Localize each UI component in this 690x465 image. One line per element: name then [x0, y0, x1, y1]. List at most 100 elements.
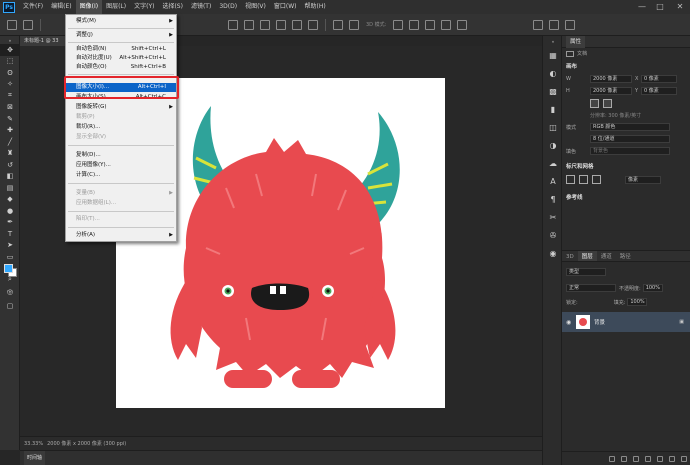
strip-collapse-icon[interactable]: « [543, 36, 563, 46]
maximize-icon[interactable]: □ [652, 0, 668, 14]
gradients-icon[interactable]: ▮ [543, 100, 563, 118]
menu-file[interactable]: 文件(F) [19, 0, 47, 14]
blur-icon[interactable]: ◆ [0, 194, 20, 206]
marquee-icon[interactable]: ⬚ [0, 56, 20, 68]
guides-toggle-icon[interactable] [592, 175, 601, 184]
share-icon[interactable] [565, 19, 576, 30]
menu-help[interactable]: 帮助(H) [301, 0, 330, 14]
menu-item-image-rotation[interactable]: 图像旋转(G) ▶ [66, 103, 176, 112]
menu-item-variables[interactable]: 变量(B) ▶ [66, 189, 176, 198]
pen-icon[interactable]: ✒ [0, 217, 20, 229]
patterns-icon[interactable]: ◫ [543, 118, 563, 136]
3d-slide-icon[interactable] [441, 19, 452, 30]
menu-item-duplicate[interactable]: 复制(D)... [66, 151, 176, 160]
tab-paths[interactable]: 路径 [616, 251, 635, 261]
menu-layer[interactable]: 图层(L) [102, 0, 130, 14]
3d-roll-icon[interactable] [409, 19, 420, 30]
width-field[interactable]: 2000 像素 [590, 75, 632, 83]
color-icon[interactable]: ◐ [543, 64, 563, 82]
healing-brush-icon[interactable]: ✚ [0, 125, 20, 137]
opacity-field[interactable]: 100% [642, 284, 663, 292]
align-center-icon[interactable] [244, 19, 254, 30]
menu-type[interactable]: 文字(Y) [130, 0, 158, 14]
character-icon[interactable]: A [543, 172, 563, 190]
menu-item-calculations[interactable]: 计算(C)... [66, 171, 176, 180]
history-brush-icon[interactable]: ↺ [0, 159, 20, 171]
mode-select[interactable]: RGB 颜色 [590, 123, 670, 131]
menu-item-analysis[interactable]: 分析(A) ▶ [66, 231, 176, 240]
crop-icon[interactable]: ⌗ [0, 90, 20, 102]
close-icon[interactable]: ✕ [672, 0, 688, 14]
menu-item-reveal-all[interactable]: 显示全部(V) [66, 133, 176, 142]
history-icon[interactable]: ▦ [543, 46, 563, 64]
3d-orbit-icon[interactable] [393, 19, 404, 30]
menu-item-auto-tone[interactable]: 自动色调(N) Shift+Ctrl+L [66, 45, 176, 54]
rulers-section-title[interactable]: 标尺和网格 [562, 159, 690, 173]
guides-section-title[interactable]: 参考线 [562, 190, 690, 204]
zoom-level[interactable]: 33.33% [24, 441, 43, 447]
align-middle-icon[interactable] [292, 19, 302, 30]
canvas-section-title[interactable]: 画布 [562, 59, 690, 73]
ruler-icon[interactable] [566, 175, 575, 184]
new-group-icon[interactable] [657, 455, 663, 462]
rectangle-icon[interactable]: ▭ [0, 251, 20, 263]
menu-item-apply-data-set[interactable]: 应用数据组(L)... [66, 199, 176, 208]
align-top-icon[interactable] [276, 19, 286, 30]
depth-select[interactable]: 8 位/通道 [590, 135, 670, 143]
adjustment-layer-icon[interactable] [645, 455, 651, 462]
menu-filter[interactable]: 滤镜(T) [187, 0, 215, 14]
menu-item-auto-contrast[interactable]: 自动对比度(U) Alt+Shift+Ctrl+L [66, 54, 176, 63]
stamp-icon[interactable]: ♜ [0, 148, 20, 160]
tab-channels[interactable]: 通道 [597, 251, 616, 261]
timeline-tab[interactable]: 时间轴 [24, 451, 46, 465]
distribute-icon[interactable] [333, 19, 343, 30]
link-layers-icon[interactable] [609, 455, 615, 462]
more-options-icon[interactable] [349, 19, 359, 30]
swatches-icon[interactable]: ▩ [543, 82, 563, 100]
tool-presets-icon[interactable]: ✇ [543, 226, 563, 244]
menu-item-mode[interactable]: 模式(M) ▶ [66, 17, 176, 26]
delete-layer-icon[interactable] [681, 455, 687, 462]
quick-mask-icon[interactable]: ◎ [0, 286, 20, 298]
blend-mode-select[interactable]: 正常 [566, 284, 616, 292]
menu-3d[interactable]: 3D(D) [215, 0, 241, 14]
menu-window[interactable]: 窗口(W) [270, 0, 301, 14]
toolbar-collapse-icon[interactable]: » [0, 36, 20, 44]
align-left-icon[interactable] [228, 19, 238, 30]
align-right-icon[interactable] [260, 19, 270, 30]
height-field[interactable]: 2000 像素 [590, 87, 632, 95]
lasso-icon[interactable]: ʘ [0, 67, 20, 79]
brushes-icon[interactable]: ✂ [543, 208, 563, 226]
eraser-icon[interactable]: ◧ [0, 171, 20, 183]
menu-image[interactable]: 图像(I) [75, 0, 103, 14]
grid-icon[interactable] [579, 175, 588, 184]
menu-item-crop[interactable]: 裁剪(P) [66, 113, 176, 122]
search-icon[interactable] [533, 19, 544, 30]
home-icon[interactable] [7, 19, 17, 30]
menu-edit[interactable]: 编辑(E) [47, 0, 75, 14]
layer-filter-select[interactable]: 类型 [566, 268, 606, 276]
magic-wand-icon[interactable]: ✧ [0, 79, 20, 91]
adjustments-icon[interactable]: ◑ [543, 136, 563, 154]
tab-layers[interactable]: 图层 [577, 251, 597, 261]
align-bottom-icon[interactable] [308, 19, 318, 30]
menu-item-trim[interactable]: 裁切(R)... [66, 123, 176, 132]
menu-item-trap[interactable]: 陷印(T)... [66, 215, 176, 224]
move-icon[interactable]: ✥ [0, 44, 20, 56]
fill-select[interactable]: 背景色 [590, 147, 670, 155]
fill-opacity-field[interactable]: 100% [627, 298, 648, 306]
y-field[interactable]: 0 像素 [641, 87, 677, 95]
gradient-icon[interactable]: ▤ [0, 182, 20, 194]
3d-scale-icon[interactable] [457, 19, 468, 30]
brush-icon[interactable]: ╱ [0, 136, 20, 148]
portrait-icon[interactable] [590, 99, 599, 108]
visibility-eye-icon[interactable]: ◉ [566, 319, 571, 326]
menu-item-auto-color[interactable]: 自动颜色(O) Shift+Ctrl+B [66, 63, 176, 72]
frame-icon[interactable]: ⊠ [0, 102, 20, 114]
workspace-icon[interactable] [549, 19, 560, 30]
ruler-unit-select[interactable]: 像素 [625, 175, 661, 184]
3d-pan-icon[interactable] [425, 19, 436, 30]
libraries-icon[interactable]: ☁ [543, 154, 563, 172]
type-icon[interactable]: T [0, 228, 20, 240]
menu-view[interactable]: 视图(V) [241, 0, 270, 14]
